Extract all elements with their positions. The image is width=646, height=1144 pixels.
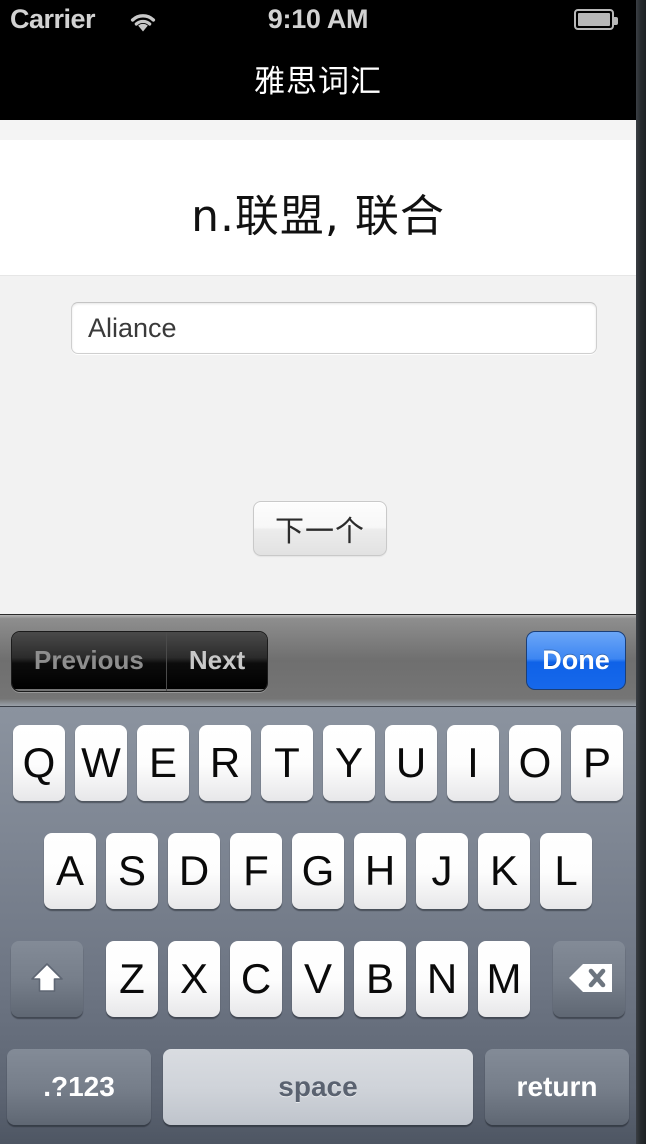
- key-q[interactable]: Q: [13, 725, 65, 801]
- word-meaning-text: n.联盟, 联合: [191, 191, 445, 242]
- space-key[interactable]: space: [163, 1049, 473, 1125]
- key-l[interactable]: L: [540, 833, 592, 909]
- next-word-button[interactable]: 下一个: [253, 501, 387, 556]
- key-z[interactable]: Z: [106, 941, 158, 1017]
- simulator-edge: [636, 0, 646, 1144]
- key-d[interactable]: D: [168, 833, 220, 909]
- key-u[interactable]: U: [385, 725, 437, 801]
- key-h[interactable]: H: [354, 833, 406, 909]
- key-j[interactable]: J: [416, 833, 468, 909]
- content-top-spacer: [0, 120, 636, 140]
- numbers-key[interactable]: .?123: [7, 1049, 151, 1125]
- key-k[interactable]: K: [478, 833, 530, 909]
- prev-next-segmented-control[interactable]: Previous Next: [11, 631, 269, 692]
- battery-fill: [578, 13, 610, 26]
- key-c[interactable]: C: [230, 941, 282, 1017]
- word-meaning-panel: n.联盟, 联合: [0, 140, 636, 276]
- shift-icon: [25, 957, 69, 1001]
- key-e[interactable]: E: [137, 725, 189, 801]
- battery-icon: [574, 9, 618, 30]
- navigation-bar: 雅思词汇: [0, 40, 636, 120]
- key-v[interactable]: V: [292, 941, 344, 1017]
- key-r[interactable]: R: [199, 725, 251, 801]
- answer-input[interactable]: [71, 302, 597, 354]
- device-screen: Carrier 9:10 AM 雅思词汇 n.联盟, 联合 下一个 Previo…: [0, 0, 646, 1144]
- key-x[interactable]: X: [168, 941, 220, 1017]
- key-t[interactable]: T: [261, 725, 313, 801]
- page-title: 雅思词汇: [254, 64, 382, 100]
- status-time: 9:10 AM: [267, 4, 369, 34]
- keyboard-row-4: .?123 space return: [0, 1049, 636, 1125]
- content-area: n.联盟, 联合 下一个: [0, 120, 636, 614]
- key-n[interactable]: N: [416, 941, 468, 1017]
- key-i[interactable]: I: [447, 725, 499, 801]
- keyboard-row-1: Q W E R T Y U I O P: [0, 725, 636, 801]
- key-y[interactable]: Y: [323, 725, 375, 801]
- keyboard-accessory-bar: Previous Next Done: [0, 614, 636, 706]
- key-g[interactable]: G: [292, 833, 344, 909]
- delete-icon: [567, 957, 612, 1001]
- key-o[interactable]: O: [509, 725, 561, 801]
- keyboard-row-2: A S D F G H J K L: [0, 833, 636, 909]
- keyboard-row-3: Z X C V B N M: [0, 941, 636, 1017]
- delete-key[interactable]: [553, 941, 625, 1017]
- return-key[interactable]: return: [485, 1049, 629, 1125]
- key-f[interactable]: F: [230, 833, 282, 909]
- software-keyboard: Q W E R T Y U I O P A S D F G H J K L Z …: [0, 706, 636, 1144]
- previous-field-button[interactable]: Previous: [12, 632, 166, 689]
- next-field-button[interactable]: Next: [166, 632, 268, 689]
- key-a[interactable]: A: [44, 833, 96, 909]
- key-w[interactable]: W: [75, 725, 127, 801]
- key-p[interactable]: P: [571, 725, 623, 801]
- key-m[interactable]: M: [478, 941, 530, 1017]
- status-bar: Carrier 9:10 AM: [0, 0, 636, 40]
- key-b[interactable]: B: [354, 941, 406, 1017]
- key-s[interactable]: S: [106, 833, 158, 909]
- shift-key[interactable]: [11, 941, 83, 1017]
- done-button[interactable]: Done: [526, 631, 626, 690]
